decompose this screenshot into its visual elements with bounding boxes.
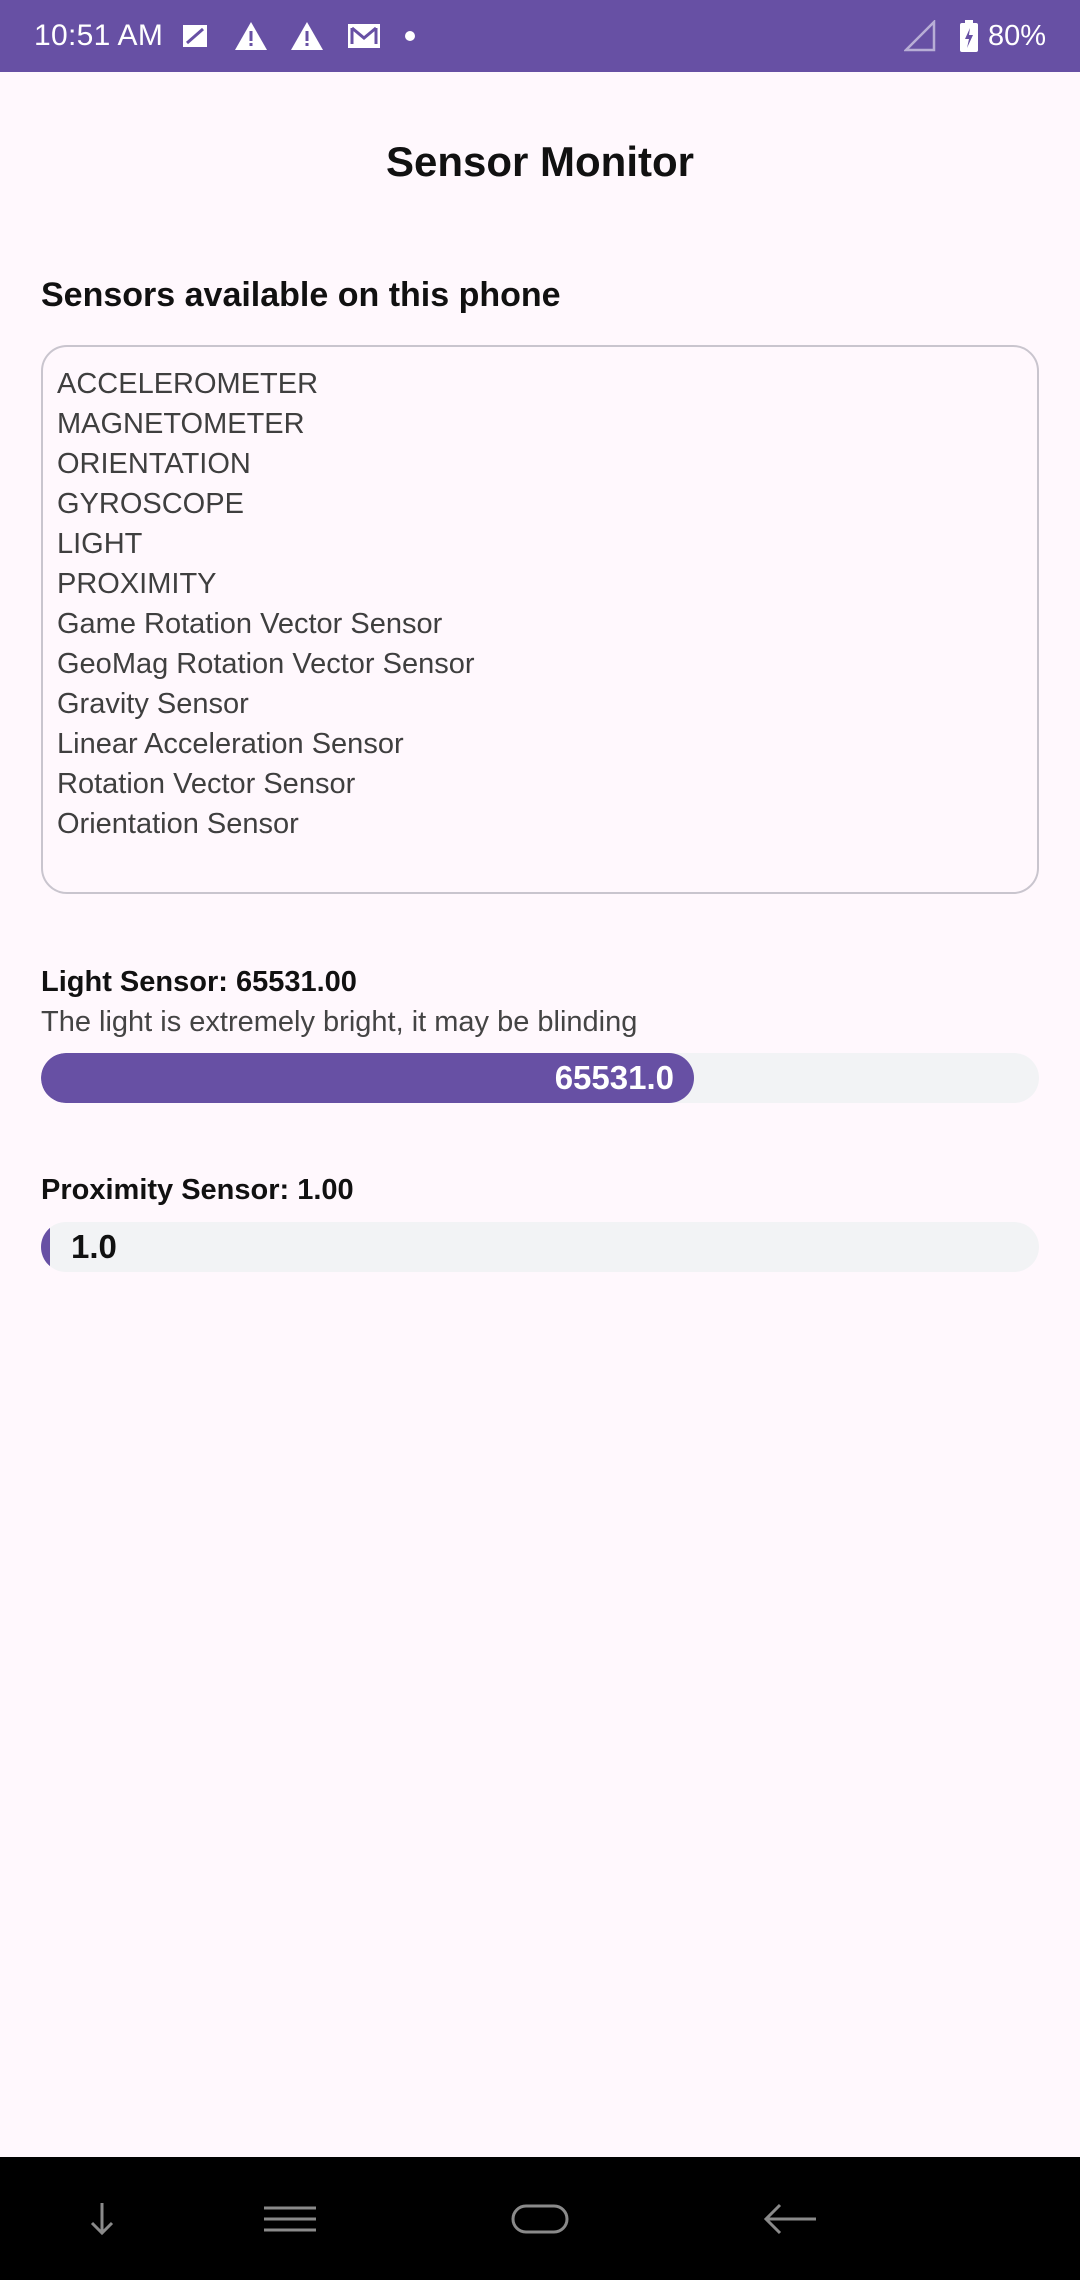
warning-icon (233, 20, 269, 52)
light-sensor-progress-value: 65531.0 (554, 1059, 674, 1096)
page-title: Sensor Monitor (385, 138, 694, 185)
sensors-heading: Sensors available on this phone (41, 276, 561, 314)
sensor-item: GYROSCOPE (57, 488, 244, 520)
status-bar: 10:51 AM 80% (0, 0, 1080, 72)
gmail-icon (345, 20, 383, 52)
proximity-sensor-label: Proximity Sensor: 1.00 (41, 1174, 354, 1206)
navigation-bar (0, 2157, 1080, 2280)
dot-icon (403, 29, 417, 43)
sensor-item: Game Rotation Vector Sensor (57, 608, 443, 640)
sim-card-icon (177, 21, 213, 51)
sensor-item: LIGHT (57, 528, 143, 560)
warning-icon (289, 20, 325, 52)
home-icon[interactable] (500, 2157, 580, 2280)
light-sensor-label: Light Sensor: 65531.00 (41, 966, 357, 998)
menu-icon[interactable] (250, 2157, 330, 2280)
sensor-list-box[interactable]: ACCELEROMETER MAGNETOMETER ORIENTATION G… (41, 345, 1039, 894)
signal-icon (903, 20, 938, 52)
sensor-item: ACCELEROMETER (57, 368, 319, 400)
status-bar-right: 80% (903, 19, 1046, 53)
sensor-item: PROXIMITY (57, 568, 217, 600)
light-sensor-progress-bar: 65531.0 (41, 1053, 1039, 1103)
sensor-item: Orientation Sensor (57, 808, 299, 840)
sensor-item: Rotation Vector Sensor (57, 768, 356, 800)
battery-charging-icon (958, 19, 980, 53)
battery-percent: 80% (987, 19, 1046, 52)
sensor-item: MAGNETOMETER (57, 408, 305, 440)
sensor-item: ORIENTATION (57, 448, 251, 480)
proximity-sensor-progress-bar: 1.0 (41, 1222, 1039, 1272)
status-bar-left: 10:51 AM (34, 19, 437, 53)
sensor-item: Linear Acceleration Sensor (57, 728, 404, 760)
sensor-item: GeoMag Rotation Vector Sensor (57, 648, 475, 680)
light-sensor-description: The light is extremely bright, it may be… (41, 1006, 638, 1038)
down-arrow-icon[interactable] (62, 2157, 142, 2280)
proximity-sensor-progress-fill (41, 1222, 50, 1272)
proximity-sensor-progress-value: 1.0 (71, 1228, 117, 1265)
sensor-item: Gravity Sensor (57, 688, 249, 720)
back-icon[interactable] (750, 2157, 830, 2280)
status-time: 10:51 AM (34, 19, 164, 52)
